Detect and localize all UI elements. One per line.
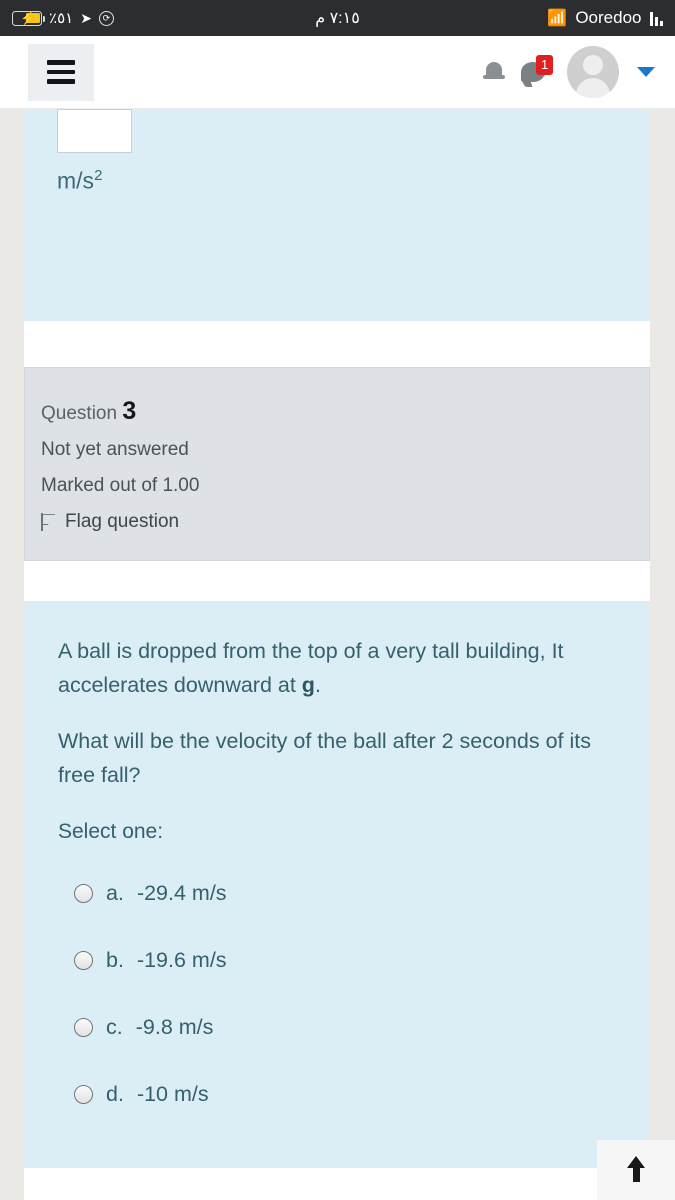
select-one-label: Select one: xyxy=(58,819,164,843)
question-status: Not yet answered xyxy=(41,439,189,461)
question-word-label: Question xyxy=(41,403,118,424)
navbar-actions: 1 xyxy=(483,46,661,98)
notifications-bell-icon[interactable] xyxy=(483,59,505,85)
radio-button-d[interactable] xyxy=(74,1085,93,1105)
answer-option-b[interactable]: b. -19.6 m/s xyxy=(58,927,616,994)
question-paragraph-1: A ball is dropped from the top of a very… xyxy=(58,635,616,703)
user-avatar[interactable] xyxy=(567,46,619,98)
question-paragraph-2: What will be the velocity of the ball af… xyxy=(58,729,591,787)
chevron-down-icon[interactable] xyxy=(637,67,655,77)
option-letter-d: d. xyxy=(106,1081,124,1106)
spacer-gap xyxy=(24,561,650,602)
wifi-icon: 📶 xyxy=(547,10,568,27)
quiz-content-column: m/s2 Question 3 Not yet answered Marked … xyxy=(24,109,650,1200)
flag-question-label: Flag question xyxy=(65,511,180,533)
status-bar-right: 📶 Ooredoo xyxy=(547,0,663,36)
question-info-panel: Question 3 Not yet answered Marked out o… xyxy=(24,367,650,562)
unit-base: m/s xyxy=(57,167,95,194)
option-text-c: -9.8 m/s xyxy=(135,1014,214,1039)
option-text-b: -19.6 m/s xyxy=(136,947,227,972)
carrier-label: Ooredoo xyxy=(575,8,642,27)
status-bar: ⚡ ٪٥١ ➤ ⟳ ٧:١٥ م 📶 Ooredoo xyxy=(0,0,675,36)
scroll-to-top-button[interactable] xyxy=(597,1140,675,1200)
message-count-badge: 1 xyxy=(536,55,554,75)
option-letter-b: b. xyxy=(106,947,124,972)
option-letter-a: a. xyxy=(106,880,124,905)
answer-option-a[interactable]: a. -29.4 m/s xyxy=(58,860,616,927)
unit-label: m/s2 xyxy=(24,153,650,195)
radio-button-c[interactable] xyxy=(74,1018,93,1038)
signal-bars-icon xyxy=(649,11,663,26)
spacer-gap xyxy=(24,321,650,367)
option-text-d: -10 m/s xyxy=(136,1081,209,1106)
flag-question-button[interactable]: Flag question xyxy=(41,504,649,540)
option-text-a: -29.4 m/s xyxy=(136,880,227,905)
previous-question-remnant: m/s2 xyxy=(24,109,650,321)
question-text-bold: g xyxy=(301,673,315,698)
numeric-answer-input[interactable] xyxy=(57,109,132,153)
option-letter-c: c. xyxy=(106,1014,123,1039)
flag-icon xyxy=(41,513,56,532)
quiz-page: m/s2 Question 3 Not yet answered Marked … xyxy=(0,109,675,1200)
question-text-post: . xyxy=(314,673,321,698)
menu-toggle-button[interactable] xyxy=(28,43,94,101)
hamburger-icon-bar xyxy=(47,69,75,75)
question-body: A ball is dropped from the top of a very… xyxy=(24,601,650,1169)
question-marks: Marked out of 1.00 xyxy=(41,475,200,497)
answer-options-list: a. -29.4 m/s b. -19.6 m/s c. -9.8 m/s d.… xyxy=(58,860,616,1128)
answer-option-d[interactable]: d. -10 m/s xyxy=(58,1061,616,1128)
answer-option-c[interactable]: c. -9.8 m/s xyxy=(58,994,616,1061)
hamburger-icon-bar xyxy=(47,60,75,65)
hamburger-icon-bar xyxy=(47,79,75,84)
question-number-row: Question 3 xyxy=(41,390,649,432)
spacer-gap xyxy=(24,1168,650,1200)
app-navbar: 1 xyxy=(0,36,675,109)
radio-button-a[interactable] xyxy=(74,884,93,904)
messages-button[interactable]: 1 xyxy=(521,55,554,87)
question-number-value: 3 xyxy=(122,397,137,425)
unit-exponent: 2 xyxy=(94,167,103,184)
radio-button-b[interactable] xyxy=(74,951,93,971)
